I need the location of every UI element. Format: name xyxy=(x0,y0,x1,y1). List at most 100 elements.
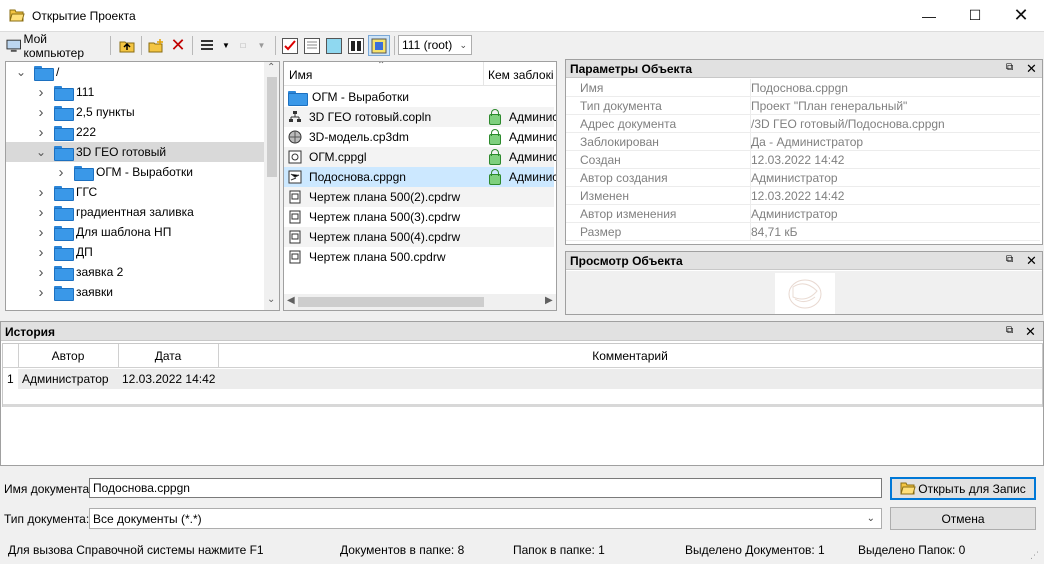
restore-icon[interactable]: ⧉ xyxy=(1006,254,1013,265)
tree-scroll-thumb[interactable] xyxy=(267,77,277,177)
history-grid-header: Автор Дата Комментарий xyxy=(3,344,1042,368)
history-hscrollbar[interactable] xyxy=(3,404,1042,407)
file-row[interactable]: Чертеж плана 500(2).cpdrw xyxy=(284,187,554,207)
column-comment-header[interactable]: Комментарий xyxy=(218,349,1042,363)
chevron-right-icon[interactable]: › xyxy=(34,104,48,121)
tree-item[interactable]: › 111 xyxy=(6,82,264,102)
preview-header: Просмотр Объекта ⧉ ✕ xyxy=(566,252,1042,270)
tree-item-partial[interactable] xyxy=(6,302,264,310)
chevron-down-icon[interactable]: ⌄ xyxy=(14,65,28,79)
my-computer-button[interactable]: Мой компьютер xyxy=(6,32,108,60)
tree-body: ⌄ / › 111 › 2,5 пункты › 222 ⌄ 3D ГЕО готовый › ОГМ… xyxy=(6,62,264,310)
close-icon[interactable]: ✕ xyxy=(1026,61,1037,77)
network-icon xyxy=(284,110,309,124)
preview-panel-button[interactable] xyxy=(324,35,344,56)
up-folder-button[interactable] xyxy=(117,35,137,56)
scroll-down-icon[interactable]: ⌄ xyxy=(267,294,275,305)
file-hscrollbar[interactable]: ◀ ▶ xyxy=(284,294,556,310)
resize-grip-icon[interactable]: ⋰ xyxy=(1030,550,1039,561)
close-icon[interactable]: ✕ xyxy=(1025,324,1036,340)
file-row[interactable]: Чертеж плана 500(3).cpdrw xyxy=(284,207,554,227)
column-name-header[interactable]: Имя xyxy=(289,68,312,82)
file-name: Чертеж плана 500(2).cpdrw xyxy=(309,190,461,204)
column-author-header[interactable]: Автор xyxy=(18,349,118,363)
delete-icon: ✕ xyxy=(170,35,186,55)
tree-item[interactable]: › 222 xyxy=(6,122,264,142)
status-folders-in-folder: Папок в папке: 1 xyxy=(513,543,605,557)
param-key: Создан xyxy=(566,151,751,168)
locked-by: Админис xyxy=(509,150,557,164)
column-date-header[interactable]: Дата xyxy=(118,349,218,363)
new-folder-button[interactable] xyxy=(146,35,166,56)
plan-thumbnail-icon xyxy=(788,279,822,309)
project-combo[interactable]: 111 (root) ⌄ xyxy=(398,35,472,55)
close-button[interactable]: ✕ xyxy=(998,0,1044,31)
restore-icon[interactable]: ⧉ xyxy=(1006,62,1013,73)
cancel-button[interactable]: Отмена xyxy=(890,507,1036,530)
tree-item[interactable]: › заявка 2 xyxy=(6,262,264,282)
chevron-right-icon[interactable]: › xyxy=(34,84,48,101)
file-list[interactable]: Имя ⌃ Кем заблокі ОГМ - Выработки 3D ГЕО … xyxy=(283,61,557,311)
minimize-button[interactable]: — xyxy=(906,0,952,31)
properties-panel-button[interactable] xyxy=(302,35,322,56)
tree-vscrollbar[interactable]: ⌃ ⌄ xyxy=(264,62,279,310)
chevron-right-icon[interactable]: › xyxy=(34,284,48,301)
file-row[interactable]: Чертеж плана 500.cpdrw xyxy=(284,247,554,267)
plan-icon xyxy=(284,170,309,184)
open-for-write-button[interactable]: Открыть для Запис xyxy=(890,477,1036,500)
preview-title: Просмотр Объекта xyxy=(570,254,683,268)
tree-item[interactable]: › градиентная заливка xyxy=(6,202,264,222)
file-name: Чертеж плана 500.cpdrw xyxy=(309,250,446,264)
file-row[interactable]: Подоснова.cppgn Админис xyxy=(284,167,556,187)
history-grid[interactable]: Автор Дата Комментарий 1 Администратор 12.… xyxy=(2,343,1043,407)
folder-icon xyxy=(34,65,54,81)
scroll-right-icon[interactable]: ▶ xyxy=(545,295,553,306)
search-button[interactable] xyxy=(346,35,366,56)
file-row[interactable]: ОГМ.cppgl Админис xyxy=(284,147,557,167)
view-mode-button[interactable]: ▼ xyxy=(198,35,232,56)
tree-item[interactable]: › ОГМ - Выработки xyxy=(6,162,264,182)
tree-item[interactable]: › 2,5 пункты xyxy=(6,102,264,122)
tree-item[interactable]: › ГГС xyxy=(6,182,264,202)
maximize-button[interactable]: ☐ xyxy=(952,0,998,31)
param-value: Проект "План генеральный" xyxy=(751,98,908,113)
scroll-up-icon[interactable]: ⌃ xyxy=(267,62,275,73)
tree-item-label: градиентная заливка xyxy=(76,205,194,219)
tree-item[interactable]: › ДП xyxy=(6,242,264,262)
column-locked-header[interactable]: Кем заблокі xyxy=(488,68,553,82)
chevron-right-icon[interactable]: › xyxy=(34,224,48,241)
file-row[interactable]: ОГМ - Выработки xyxy=(284,87,554,107)
file-row[interactable]: Чертеж плана 500(4).cpdrw xyxy=(284,227,554,247)
history-panel-button[interactable] xyxy=(368,35,390,56)
chevron-right-icon[interactable]: › xyxy=(34,184,48,201)
chevron-right-icon[interactable]: › xyxy=(34,244,48,261)
scroll-left-icon[interactable]: ◀ xyxy=(287,295,295,306)
file-row[interactable]: 3D ГЕО готовый.copln Админис xyxy=(284,107,557,127)
chevron-right-icon[interactable]: › xyxy=(34,124,48,141)
delete-button[interactable]: ✕ xyxy=(168,35,188,56)
tree-item[interactable]: › заявки xyxy=(6,282,264,302)
doctype-select[interactable]: Все документы (*.*) ⌄ xyxy=(89,508,882,529)
chevron-right-icon[interactable]: › xyxy=(34,204,48,221)
tree-item[interactable]: › Для шаблона НП xyxy=(6,222,264,242)
file-scroll-thumb[interactable] xyxy=(298,297,484,307)
folder-icon xyxy=(54,85,74,101)
chevron-down-icon[interactable]: ⌄ xyxy=(34,145,48,159)
close-icon[interactable]: ✕ xyxy=(1026,253,1037,269)
tree-item[interactable]: ⌄ 3D ГЕО готовый xyxy=(6,142,264,162)
chevron-right-icon[interactable]: › xyxy=(34,264,48,281)
checkbox-filter-button[interactable] xyxy=(280,35,300,56)
param-key: Автор изменения xyxy=(566,205,751,222)
chevron-right-icon[interactable]: › xyxy=(54,164,68,181)
computer-icon xyxy=(6,39,22,52)
file-row[interactable]: 3D-модель.cp3dm Админис xyxy=(284,127,556,147)
history-row[interactable]: 1 Администратор 12.03.2022 14:42 xyxy=(3,369,1042,389)
history-header: История ⧉ ✕ xyxy=(1,322,1043,341)
restore-icon[interactable]: ⧉ xyxy=(1006,325,1013,336)
folder-tree[interactable]: ⌄ / › 111 › 2,5 пункты › 222 ⌄ 3D ГЕО готовый › ОГМ… xyxy=(5,61,280,311)
sort-button[interactable]: □ ▼ xyxy=(236,35,270,56)
tree-item[interactable]: ⌄ / xyxy=(6,62,264,82)
locked-by: Админис xyxy=(509,110,557,124)
docname-input[interactable] xyxy=(89,478,882,498)
history-cell-n: 1 xyxy=(7,369,18,389)
